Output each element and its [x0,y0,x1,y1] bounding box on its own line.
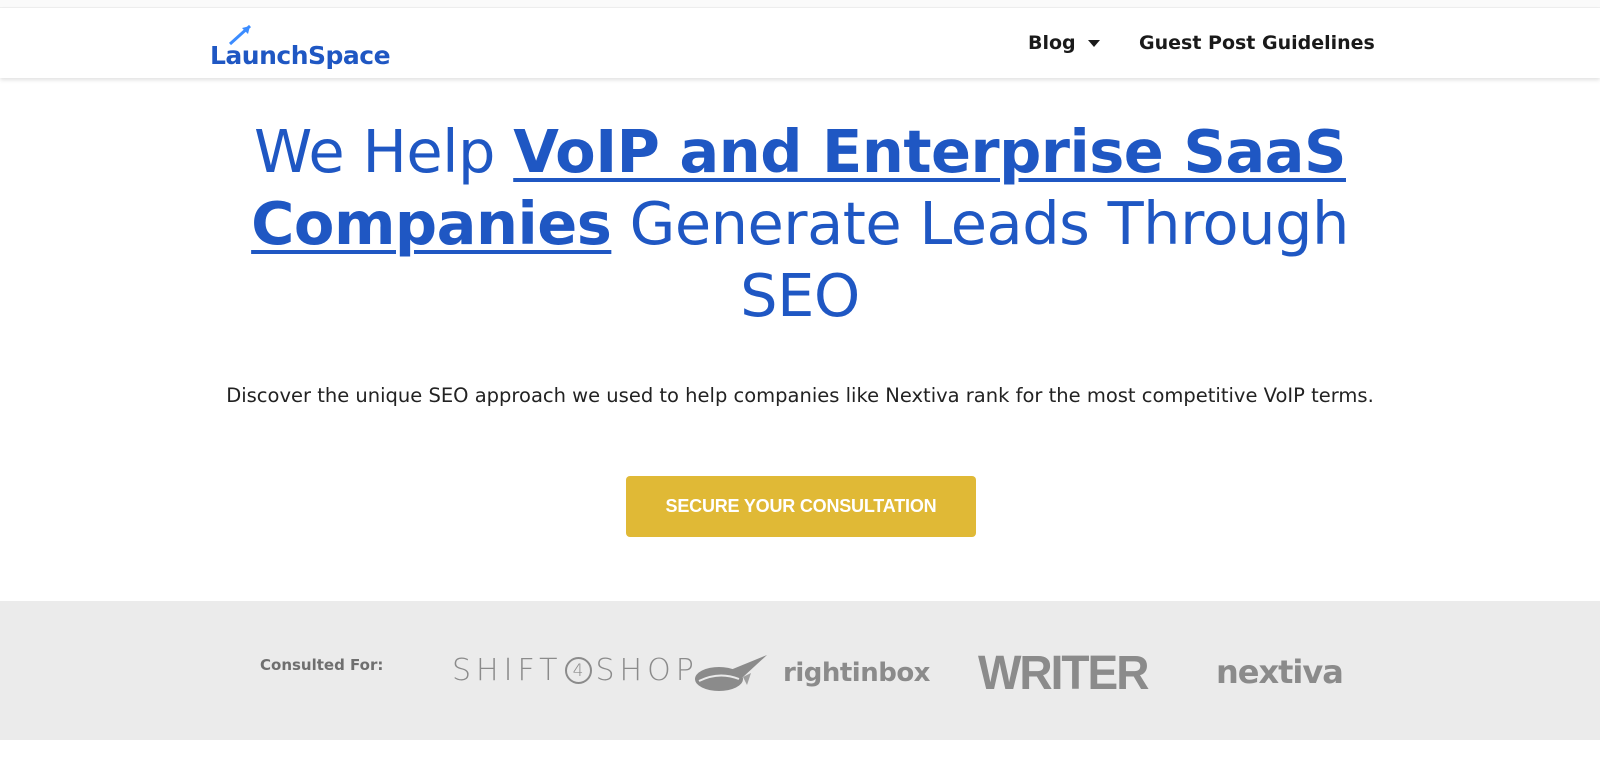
blog-label: Blog [1028,32,1076,54]
hero-title-prefix: We Help [254,117,514,186]
shift4shop-left: SHIFT [452,653,563,688]
shift4shop-right: SHOP [595,653,699,688]
nav-item-blog[interactable]: Blog [1028,8,1100,78]
paper-plane-icon [695,655,767,691]
rightinbox-logo: rightinbox [693,653,930,693]
consulted-for-label: Consulted For: [260,656,384,674]
shift4shop-number: 4 [564,657,592,684]
hero-title-suffix: Generate Leads Through SEO [611,189,1350,330]
top-strip [0,0,1600,8]
rocket-icon [228,24,252,46]
rightinbox-label: rightinbox [783,658,930,688]
chevron-down-icon [1087,39,1100,47]
hero-title-link-line2: Companies [251,189,612,258]
guest-post-link[interactable]: Guest Post Guidelines [1139,32,1375,54]
hero-subtitle: Discover the unique SEO approach we used… [226,384,1374,407]
hero-title: We Help VoIP and Enterprise SaaS Companie… [200,116,1400,332]
secure-consultation-button[interactable]: SECURE YOUR CONSULTATION [626,476,976,537]
launchspace-logo[interactable]: LaunchSpace [210,20,391,70]
client-logos-band: Consulted For: SHIFT 4 SHOP rightinbox W… [0,601,1600,740]
shift4shop-logo: SHIFT 4 SHOP [452,653,699,688]
nextiva-logo: nextiva [1216,653,1344,691]
blog-link[interactable]: Blog [1028,32,1100,54]
site-header: LaunchSpace Blog Guest Post Guidelines [0,8,1600,78]
writer-logo: WRITER [978,644,1149,700]
nav-item-guest-post[interactable]: Guest Post Guidelines [1139,8,1375,78]
hero-title-link-line1: VoIP and Enterprise SaaS [513,117,1346,186]
